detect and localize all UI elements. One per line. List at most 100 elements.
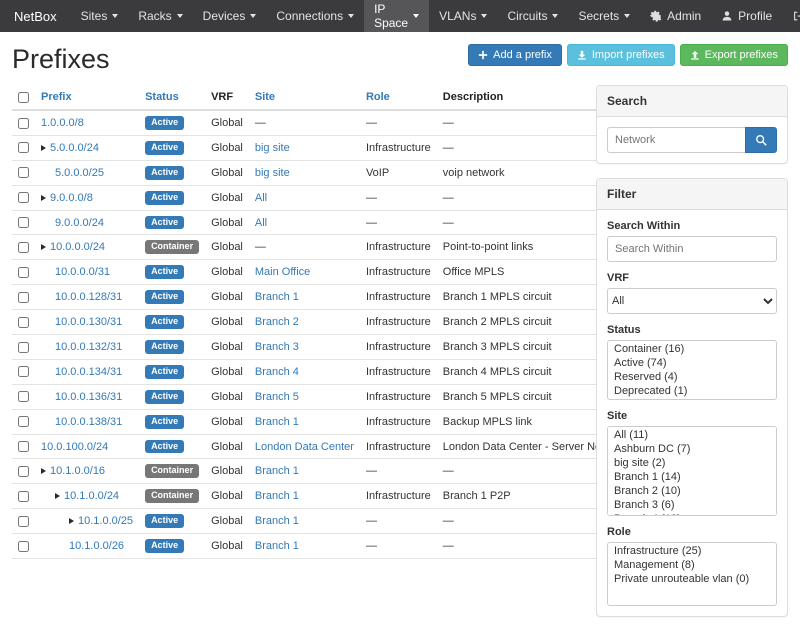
site-link[interactable]: All — [255, 217, 267, 229]
export-prefixes-button[interactable]: Export prefixes — [680, 44, 788, 66]
column-header-role[interactable]: Role — [360, 85, 437, 110]
listbox-option[interactable]: Management (8) — [608, 558, 776, 572]
prefix-link[interactable]: 10.1.0.0/16 — [50, 465, 105, 477]
site-link[interactable]: Branch 5 — [255, 391, 299, 403]
row-checkbox[interactable] — [18, 516, 29, 527]
brand[interactable]: NetBox — [0, 0, 71, 32]
row-checkbox[interactable] — [18, 441, 29, 452]
select-all-checkbox[interactable] — [18, 92, 29, 103]
site-link[interactable]: Main Office — [255, 266, 310, 278]
row-checkbox[interactable] — [18, 491, 29, 502]
expand-arrow-icon[interactable] — [41, 468, 46, 474]
prefix-link[interactable]: 10.0.0.138/31 — [55, 416, 122, 428]
listbox-option[interactable]: Branch 1 (14) — [608, 470, 776, 484]
status-cell: Active — [139, 409, 205, 434]
nav-item-ip-space[interactable]: IP Space — [364, 0, 429, 32]
site-link[interactable]: big site — [255, 142, 290, 154]
prefix-link[interactable]: 5.0.0.0/24 — [50, 142, 99, 154]
site-link[interactable]: Branch 1 — [255, 540, 299, 552]
listbox-option[interactable]: Branch 3 (6) — [608, 498, 776, 512]
filter-panel-title: Filter — [597, 179, 787, 210]
nav-item-connections[interactable]: Connections — [266, 0, 364, 32]
listbox-option[interactable]: Ashburn DC (7) — [608, 442, 776, 456]
search-input[interactable] — [607, 127, 745, 153]
import-prefixes-button[interactable]: Import prefixes — [567, 44, 675, 66]
prefix-link[interactable]: 10.0.0.128/31 — [55, 291, 122, 303]
listbox-option[interactable]: Active (74) — [608, 356, 776, 370]
nav-item-sites[interactable]: Sites — [71, 0, 129, 32]
listbox-option[interactable]: All (11) — [608, 428, 776, 442]
prefix-link[interactable]: 10.1.0.0/26 — [69, 540, 124, 552]
filter-select-vrf[interactable]: All — [607, 288, 777, 314]
listbox-option[interactable]: Infrastructure (25) — [608, 544, 776, 558]
prefix-link[interactable]: 10.1.0.0/24 — [64, 490, 119, 502]
filter-input-search-within[interactable] — [607, 236, 777, 262]
listbox-option[interactable]: Deprecated (1) — [608, 384, 776, 398]
listbox-option[interactable]: big site (2) — [608, 456, 776, 470]
site-link[interactable]: Branch 1 — [255, 291, 299, 303]
row-checkbox[interactable] — [18, 292, 29, 303]
vrf-cell: Global — [205, 185, 249, 210]
nav-item-profile[interactable]: Profile — [711, 0, 782, 32]
prefix-link[interactable]: 10.0.0.0/31 — [55, 266, 110, 278]
nav-item-log-out[interactable]: Log out — [782, 0, 800, 32]
column-header-status[interactable]: Status — [139, 85, 205, 110]
column-header-site[interactable]: Site — [249, 85, 360, 110]
row-checkbox[interactable] — [18, 317, 29, 328]
prefix-link[interactable]: 1.0.0.0/8 — [41, 117, 84, 129]
nav-item-vlans[interactable]: VLANs — [429, 0, 497, 32]
site-link[interactable]: Branch 1 — [255, 515, 299, 527]
prefix-link[interactable]: 9.0.0.0/8 — [50, 192, 93, 204]
search-button[interactable] — [745, 127, 777, 153]
row-checkbox[interactable] — [18, 242, 29, 253]
status-badge: Active — [145, 216, 184, 230]
listbox-option[interactable]: Reserved (4) — [608, 370, 776, 384]
site-link[interactable]: London Data Center — [255, 441, 354, 453]
row-checkbox[interactable] — [18, 267, 29, 278]
prefix-link[interactable]: 10.0.0.0/24 — [50, 241, 105, 253]
row-checkbox[interactable] — [18, 118, 29, 129]
prefix-link[interactable]: 10.0.100.0/24 — [41, 441, 108, 453]
row-checkbox[interactable] — [18, 342, 29, 353]
prefix-link[interactable]: 5.0.0.0/25 — [55, 167, 104, 179]
nav-item-circuits[interactable]: Circuits — [497, 0, 568, 32]
prefix-link[interactable]: 10.1.0.0/25 — [78, 515, 133, 527]
row-checkbox[interactable] — [18, 217, 29, 228]
site-link[interactable]: Branch 1 — [255, 465, 299, 477]
nav-item-devices[interactable]: Devices — [193, 0, 267, 32]
site-link[interactable]: Branch 1 — [255, 416, 299, 428]
row-checkbox[interactable] — [18, 416, 29, 427]
prefix-link[interactable]: 10.0.0.130/31 — [55, 316, 122, 328]
prefix-link[interactable]: 10.0.0.134/31 — [55, 366, 122, 378]
expand-arrow-icon[interactable] — [69, 518, 74, 524]
add-a-prefix-button[interactable]: Add a prefix — [468, 44, 562, 66]
site-link[interactable]: Branch 4 — [255, 366, 299, 378]
listbox-option[interactable]: Branch 4 (12) — [608, 512, 776, 516]
row-checkbox[interactable] — [18, 142, 29, 153]
row-checkbox[interactable] — [18, 541, 29, 552]
listbox-option[interactable]: Branch 2 (10) — [608, 484, 776, 498]
row-checkbox[interactable] — [18, 466, 29, 477]
nav-item-admin[interactable]: Admin — [640, 0, 711, 32]
row-checkbox[interactable] — [18, 366, 29, 377]
expand-arrow-icon[interactable] — [41, 195, 46, 201]
nav-item-secrets[interactable]: Secrets — [568, 0, 640, 32]
expand-arrow-icon[interactable] — [55, 493, 60, 499]
listbox-option[interactable]: Private unrouteable vlan (0) — [608, 572, 776, 586]
listbox-option[interactable]: Container (16) — [608, 342, 776, 356]
expand-arrow-icon[interactable] — [41, 244, 46, 250]
row-checkbox[interactable] — [18, 391, 29, 402]
site-link[interactable]: Branch 1 — [255, 490, 299, 502]
site-link[interactable]: Branch 2 — [255, 316, 299, 328]
site-link[interactable]: All — [255, 192, 267, 204]
prefix-link[interactable]: 9.0.0.0/24 — [55, 217, 104, 229]
nav-item-racks[interactable]: Racks — [128, 0, 192, 32]
expand-arrow-icon[interactable] — [41, 145, 46, 151]
row-checkbox[interactable] — [18, 192, 29, 203]
site-link[interactable]: big site — [255, 167, 290, 179]
prefix-link[interactable]: 10.0.0.136/31 — [55, 391, 122, 403]
row-checkbox[interactable] — [18, 167, 29, 178]
column-header-prefix[interactable]: Prefix — [35, 85, 139, 110]
prefix-link[interactable]: 10.0.0.132/31 — [55, 341, 122, 353]
site-link[interactable]: Branch 3 — [255, 341, 299, 353]
